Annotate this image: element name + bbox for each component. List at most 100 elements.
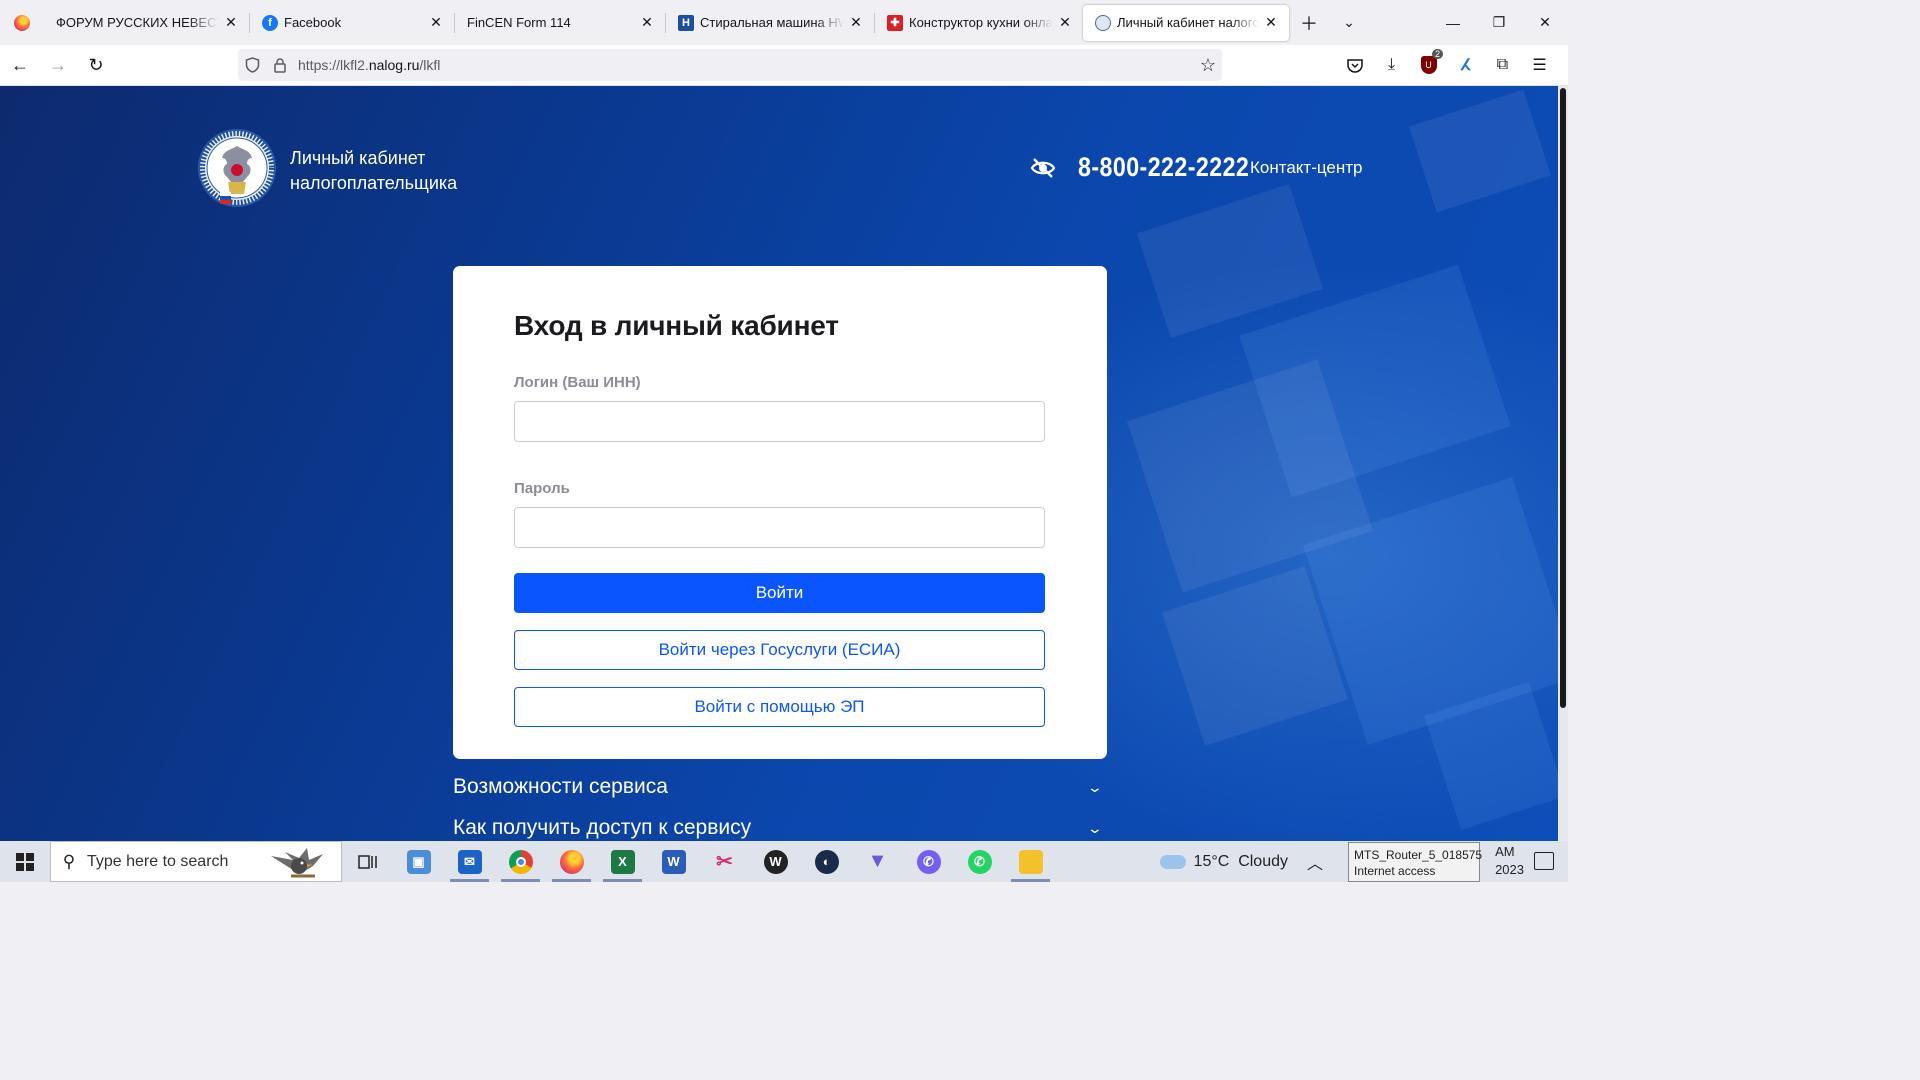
tab-title: Facebook bbox=[284, 15, 342, 30]
toolbar-extensions: ⤓ U 2 ⵃ ⧉ ☰ bbox=[1336, 49, 1558, 81]
weather-widget[interactable]: 15°C Cloudy bbox=[1159, 852, 1288, 871]
firefox-icon bbox=[14, 14, 30, 31]
wifi-network-name: MTS_Router_5_018575 bbox=[1354, 848, 1483, 862]
close-icon[interactable]: ✕ bbox=[1263, 14, 1279, 31]
taskbar-app-excel[interactable]: X bbox=[597, 841, 648, 882]
address-bar[interactable]: https://lkfl2.nalog.ru/lkfl ☆ bbox=[238, 49, 1222, 81]
gosuslugi-login-button[interactable]: Войти через Госуслуги (ЕСИА) bbox=[514, 630, 1045, 670]
task-view-button[interactable] bbox=[342, 841, 393, 882]
restore-button[interactable]: ❐ bbox=[1476, 0, 1522, 45]
pocket-icon[interactable] bbox=[1336, 49, 1373, 81]
brand-line-1: Личный кабинет bbox=[290, 148, 426, 168]
taskbar: ⚲ Type here to search ▣ ✉ X W ✂ W ◐ ▼ ✆ … bbox=[0, 841, 1568, 882]
reload-button[interactable]: ↻ bbox=[78, 49, 114, 81]
ep-login-button[interactable]: Войти с помощью ЭП bbox=[514, 687, 1045, 727]
word-icon: W bbox=[661, 849, 686, 874]
tray-overflow-chevron-icon[interactable]: ︿ bbox=[1302, 850, 1328, 874]
brand-title[interactable]: Личный кабинет налогоплательщика bbox=[290, 146, 457, 196]
start-button[interactable] bbox=[0, 841, 50, 882]
lock-icon[interactable] bbox=[266, 49, 294, 81]
taskbar-app-window[interactable]: ▣ bbox=[393, 841, 444, 882]
taskbar-app-firefox[interactable] bbox=[546, 841, 597, 882]
close-icon[interactable]: ✕ bbox=[428, 14, 444, 31]
cloud-icon bbox=[1159, 854, 1186, 869]
w-app-icon: W bbox=[763, 849, 788, 874]
tab-washing-machine[interactable]: H Стиральная машина HW80 ✕ bbox=[666, 0, 874, 45]
taskbar-app-snip[interactable]: ✂ bbox=[699, 841, 750, 882]
bookmark-star-icon[interactable]: ☆ bbox=[1200, 55, 1216, 76]
phone-number[interactable]: 8-800-222-2222 bbox=[1078, 152, 1249, 183]
minimize-button[interactable]: — bbox=[1430, 0, 1476, 45]
inn-login-input[interactable] bbox=[514, 401, 1045, 442]
accordion-features[interactable]: Возможности сервиса ⌄ bbox=[453, 775, 1107, 799]
tab-title: Стиральная машина HW80 bbox=[700, 15, 844, 30]
visually-impaired-eye-icon[interactable] bbox=[1030, 155, 1056, 181]
tab-nalog-active[interactable]: Личный кабинет налогоплательщика ✕ bbox=[1083, 4, 1289, 41]
accordion-access[interactable]: Как получить доступ к сервису ⌄ bbox=[453, 816, 1107, 840]
close-icon[interactable]: ✕ bbox=[1057, 14, 1073, 31]
taskbar-app-explorer[interactable] bbox=[1005, 841, 1056, 882]
taskbar-app-whatsapp[interactable]: ✆ bbox=[954, 841, 1005, 882]
red-cross-icon: ✚ bbox=[887, 14, 903, 31]
taskbar-search-box[interactable]: ⚲ Type here to search bbox=[50, 841, 342, 882]
viber-icon: ✆ bbox=[916, 849, 941, 874]
accordion-label: Как получить доступ к сервису bbox=[453, 816, 752, 839]
extensions-puzzle-icon[interactable]: ⧉ bbox=[1484, 49, 1521, 81]
contact-center-label: Контакт-центр bbox=[1250, 157, 1363, 177]
tracking-shield-icon[interactable] bbox=[238, 49, 266, 81]
ublock-icon[interactable]: U 2 bbox=[1410, 49, 1447, 81]
password-input[interactable] bbox=[514, 507, 1045, 548]
close-icon[interactable]: ✕ bbox=[639, 14, 655, 31]
new-tab-button[interactable]: ＋ bbox=[1289, 0, 1329, 45]
app-d-icon: ◐ bbox=[814, 849, 839, 874]
nav-toolbar: ← → ↻ https://lkfl2.nalog.ru/lkfl ☆ ⤓ U … bbox=[0, 45, 1568, 86]
menu-hamburger-icon[interactable]: ☰ bbox=[1521, 49, 1558, 81]
translate-extension-icon[interactable]: ⵃ bbox=[1447, 49, 1484, 81]
taskbar-app-word[interactable]: W bbox=[648, 841, 699, 882]
triangle-vpn-icon: ▼ bbox=[867, 850, 888, 872]
forward-button[interactable]: → bbox=[40, 49, 76, 81]
taskbar-app-viber[interactable]: ✆ bbox=[903, 841, 954, 882]
firefox-view-button[interactable] bbox=[0, 0, 44, 45]
search-highlight-bird-icon bbox=[271, 848, 323, 878]
wifi-status: Internet access bbox=[1354, 864, 1436, 878]
tab-title: Личный кабинет налогоплательщика bbox=[1117, 15, 1259, 30]
file-explorer-icon bbox=[1018, 849, 1043, 874]
tab-facebook[interactable]: f Facebook ✕ bbox=[250, 0, 454, 45]
page-scrollbar[interactable] bbox=[1558, 86, 1568, 841]
close-icon[interactable]: ✕ bbox=[223, 14, 239, 31]
tab-title: FinCEN Form 114 bbox=[467, 15, 571, 30]
fns-emblem-logo[interactable] bbox=[198, 128, 276, 208]
scrollbar-thumb[interactable] bbox=[1560, 88, 1566, 708]
search-icon: ⚲ bbox=[62, 851, 76, 871]
tab-fincen[interactable]: FinCEN Form 114 ✕ bbox=[455, 0, 665, 45]
taskbar-app-d[interactable]: ◐ bbox=[801, 841, 852, 882]
close-window-button[interactable]: ✕ bbox=[1522, 0, 1568, 45]
mail-icon: ✉ bbox=[457, 849, 482, 874]
extension-badge: 2 bbox=[1431, 49, 1443, 59]
search-placeholder: Type here to search bbox=[87, 852, 229, 870]
login-submit-button[interactable]: Войти bbox=[514, 573, 1045, 613]
back-button[interactable]: ← bbox=[2, 49, 38, 81]
windows-logo-icon bbox=[16, 852, 34, 871]
tab-title: ФОРУМ РУССКИХ НЕВЕСТ И ЖЕНИХОВ bbox=[56, 15, 219, 30]
wifi-tooltip: MTS_Router_5_018575 Internet access bbox=[1348, 842, 1483, 882]
window-app-icon: ▣ bbox=[406, 849, 431, 874]
tab-forum[interactable]: ФОРУМ РУССКИХ НЕВЕСТ И ЖЕНИХОВ ✕ bbox=[44, 0, 249, 45]
chrome-icon bbox=[508, 849, 533, 874]
tab-list-chevron-icon[interactable]: ⌄ bbox=[1329, 0, 1369, 45]
taskbar-app-mail[interactable]: ✉ bbox=[444, 841, 495, 882]
taskbar-app-vpn[interactable]: ▼ bbox=[852, 841, 903, 882]
taskbar-app-w[interactable]: W bbox=[750, 841, 801, 882]
close-icon[interactable]: ✕ bbox=[848, 14, 864, 31]
url-text: https://lkfl2.nalog.ru/lkfl bbox=[298, 57, 441, 73]
h-letter-icon: H bbox=[678, 14, 694, 31]
weather-temp: 15°C bbox=[1193, 852, 1230, 870]
tab-kitchen[interactable]: ✚ Конструктор кухни онлайн ✕ bbox=[875, 0, 1083, 45]
downloads-icon[interactable]: ⤓ bbox=[1373, 49, 1410, 81]
taskbar-app-chrome[interactable] bbox=[495, 841, 546, 882]
window-controls: — ❐ ✕ bbox=[1430, 0, 1568, 45]
facebook-icon: f bbox=[262, 14, 278, 31]
notification-center-icon[interactable] bbox=[1534, 852, 1554, 870]
clock[interactable]: AM 2023 bbox=[1495, 843, 1524, 879]
